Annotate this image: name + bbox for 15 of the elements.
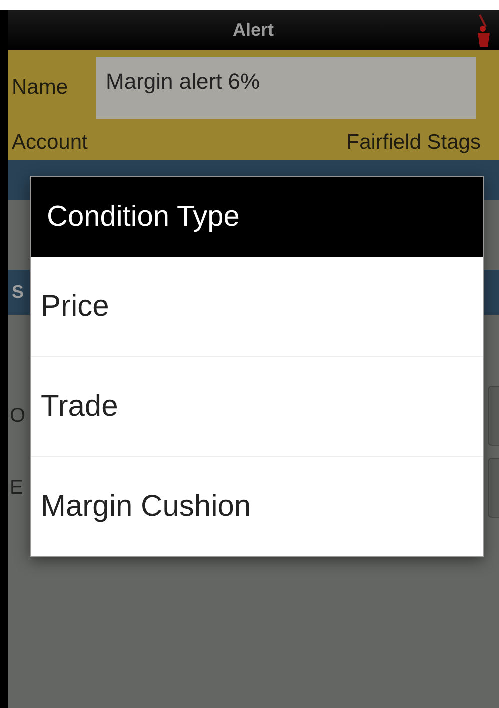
section-title: S <box>12 282 24 303</box>
option-item[interactable]: Trade <box>31 356 483 456</box>
row-label: E <box>9 476 24 500</box>
row-label: O <box>9 404 26 428</box>
field-label: Name <box>11 76 70 100</box>
row-button[interactable] <box>488 386 499 446</box>
name-field[interactable]: Margin alert 6% <box>96 56 476 118</box>
option-item[interactable]: Price <box>31 257 483 356</box>
field-label: Account <box>11 130 89 154</box>
account-value: Fairfield Stags <box>346 130 482 154</box>
row-button[interactable] <box>488 458 499 518</box>
option-item[interactable]: Margin Cushion <box>31 456 483 556</box>
dialog-title: Condition Type <box>47 200 240 234</box>
window-title: Alert <box>232 20 274 40</box>
bucket-icon[interactable] <box>477 13 491 49</box>
